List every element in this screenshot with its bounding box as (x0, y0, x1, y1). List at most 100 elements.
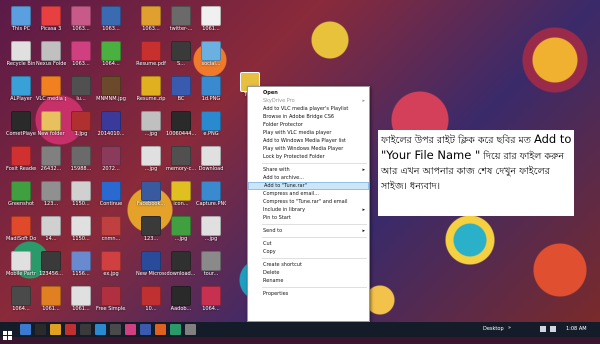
context-menu-item[interactable]: Share with ▸ (248, 166, 369, 174)
taskbar-app-icon[interactable] (125, 324, 136, 335)
desktop-icon[interactable]: 10... (136, 286, 166, 312)
desktop-icon[interactable]: Resume.zip (136, 76, 166, 102)
tray-volume-icon[interactable] (550, 326, 556, 332)
desktop-icon[interactable]: VLC media player (36, 76, 66, 102)
desktop-icon[interactable]: twitter-... (166, 6, 196, 32)
desktop-icon[interactable]: 1061... (66, 286, 96, 312)
tray-network-icon[interactable] (540, 326, 546, 332)
context-menu-item[interactable]: Open (248, 89, 369, 97)
taskbar-app-icon[interactable] (35, 324, 46, 335)
context-menu-item[interactable]: Cut (248, 240, 369, 248)
desktop-icon[interactable]: 15988... (66, 146, 96, 172)
desktop-icon[interactable]: 123... (136, 216, 166, 242)
context-menu-item[interactable]: Send to ▸ (248, 227, 369, 235)
desktop-icon[interactable]: social... (196, 41, 226, 67)
desktop-icon[interactable]: memory-c... (166, 146, 196, 172)
context-menu-item[interactable]: Rename (248, 277, 369, 285)
desktop-toolbar-label[interactable]: Desktop (483, 326, 504, 332)
desktop-icon[interactable]: Nexus Folder (36, 41, 66, 67)
taskbar-app-icon[interactable] (185, 324, 196, 335)
desktop-background[interactable]: This PC Picasa 3 1063... 1063... 1063... twit… (0, 0, 600, 322)
desktop-icon[interactable]: 1063... (136, 6, 166, 32)
desktop-icon[interactable]: ...jpg (166, 216, 196, 242)
desktop-icon[interactable]: ex.jpg (96, 251, 126, 277)
desktop-icon[interactable]: Resume.pdf (136, 41, 166, 67)
desktop-icon[interactable]: Aadob... (166, 286, 196, 312)
desktop-icon[interactable]: 1150... (66, 216, 96, 242)
desktop-icon[interactable]: 1.jpg (66, 111, 96, 137)
taskbar-app-icon[interactable] (140, 324, 151, 335)
desktop-icon[interactable]: 1150... (66, 181, 96, 207)
context-menu-item[interactable]: Include in library ▸ (248, 206, 369, 214)
desktop-icon[interactable]: Mobile Partner (6, 251, 36, 277)
desktop-icon[interactable]: Capture.PNG (196, 181, 226, 207)
taskbar-app-icon[interactable] (170, 324, 181, 335)
desktop-icon[interactable]: download... (166, 251, 196, 277)
taskbar-app-icon[interactable] (80, 324, 91, 335)
context-menu-item[interactable]: Properties (248, 290, 369, 298)
desktop-icon[interactable]: 2072... (96, 146, 126, 172)
context-menu-item[interactable]: Add to VLC media player's Playlist (248, 105, 369, 113)
taskbar-app-icon[interactable] (155, 324, 166, 335)
desktop-icon[interactable]: S... (166, 41, 196, 67)
desktop-icon[interactable]: 1061... (36, 286, 66, 312)
desktop-icon[interactable]: e.PNG (196, 111, 226, 137)
desktop-icon[interactable]: MadiSoft Downloa... (6, 216, 36, 242)
desktop-icon[interactable]: lu... (66, 76, 96, 102)
desktop-icon[interactable]: 26432... (36, 146, 66, 172)
desktop-icon[interactable]: New folder (36, 111, 66, 137)
desktop-icon[interactable]: Recycle Bin (6, 41, 36, 67)
desktop-icon[interactable]: Foxit Reader (6, 146, 36, 172)
desktop-icon[interactable]: BC (166, 76, 196, 102)
desktop-icon[interactable]: CometPlayer (6, 111, 36, 137)
desktop-icon[interactable]: ...jpg (136, 111, 166, 137)
context-menu-item[interactable]: Add to archive... (248, 174, 369, 182)
desktop-icon[interactable]: 1156... (66, 251, 96, 277)
desktop-icon[interactable]: MNMNM.jpg (96, 76, 126, 102)
desktop-icon[interactable]: Download (196, 146, 226, 172)
context-menu-item[interactable]: SkyDrive Pro ▸ (248, 97, 369, 105)
desktop-icon[interactable]: 1064... (96, 41, 126, 67)
taskbar-app-icon[interactable] (20, 324, 31, 335)
context-menu-item[interactable]: Pin to Start (248, 214, 369, 222)
desktop-icon[interactable]: New Microsoft... (136, 251, 166, 277)
desktop-icon[interactable]: ...jpg (196, 216, 226, 242)
desktop-icon[interactable]: This PC (6, 6, 36, 32)
desktop-icon[interactable]: Picasa 3 (36, 6, 66, 32)
desktop-icon[interactable]: 1063... (66, 6, 96, 32)
desktop-icon[interactable]: 123456... (36, 251, 66, 277)
tray-chevron-icon[interactable]: » (508, 325, 511, 331)
desktop-icon[interactable]: 1061... (196, 6, 226, 32)
context-menu-item[interactable]: Compress and email... (248, 190, 369, 198)
desktop-icon[interactable]: 123... (36, 181, 66, 207)
desktop-icon[interactable]: 1063... (96, 6, 126, 32)
taskbar-app-icon[interactable] (95, 324, 106, 335)
desktop-icon[interactable]: 1064... (196, 286, 226, 312)
clock[interactable]: 1:08 AM (566, 326, 587, 332)
desktop-icon[interactable]: ...jpg (136, 146, 166, 172)
context-menu-item[interactable]: Add to "Tune.rar" (248, 182, 369, 190)
start-button[interactable] (3, 325, 12, 340)
desktop-icon[interactable]: 1063... (66, 41, 96, 67)
context-menu-item[interactable]: Create shortcut (248, 261, 369, 269)
desktop-icon[interactable]: 1064... (6, 286, 36, 312)
context-menu-item[interactable]: Compress to "Tune.rar" and email (248, 198, 369, 206)
desktop-icon[interactable]: Facebook... (136, 181, 166, 207)
desktop-icon[interactable]: 14... (36, 216, 66, 242)
taskbar-app-icon[interactable] (110, 324, 121, 335)
context-menu-item[interactable]: Folder Protector (248, 121, 369, 129)
desktop-icon[interactable]: icon... (166, 181, 196, 207)
desktop-icon[interactable]: tour... (196, 251, 226, 277)
context-menu-item[interactable]: Add to Windows Media Player list (248, 137, 369, 145)
desktop-icon[interactable]: 2014010... (96, 111, 126, 137)
taskbar-app-icon[interactable] (50, 324, 61, 335)
context-menu-item[interactable]: Delete (248, 269, 369, 277)
desktop-icon[interactable]: Free Simple... (96, 286, 126, 312)
taskbar-app-icon[interactable] (65, 324, 76, 335)
desktop-icon[interactable]: cnmn... (96, 216, 126, 242)
desktop-icon[interactable]: ALPlayer (6, 76, 36, 102)
desktop-icon[interactable]: 1d.PNG (196, 76, 226, 102)
desktop-icon[interactable]: Greenshot (6, 181, 36, 207)
context-menu-item[interactable]: Play with Windows Media Player (248, 145, 369, 153)
context-menu-item[interactable]: Copy (248, 248, 369, 256)
